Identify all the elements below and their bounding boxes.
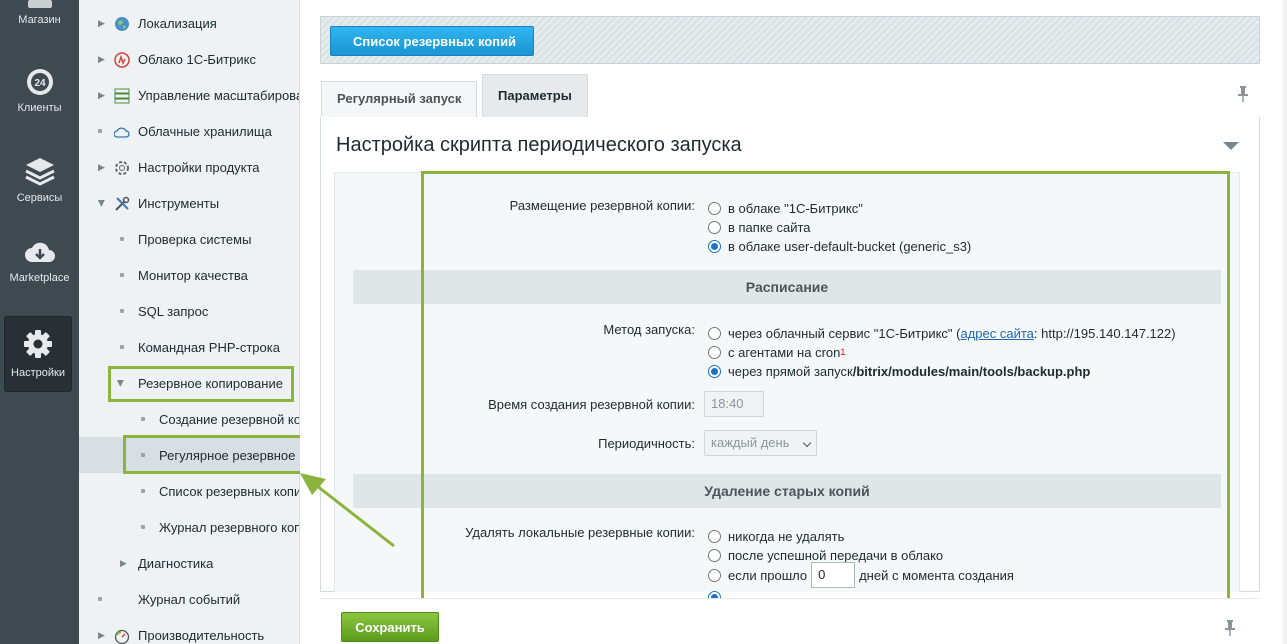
svg-text:24: 24 (34, 78, 46, 89)
menu-label: Создание резервной ко (159, 411, 300, 427)
cloud-storage-icon (114, 127, 130, 138)
server-icon (114, 88, 130, 104)
menu-item-diagnostics[interactable]: ▶ Диагностика (79, 545, 299, 581)
backup-list-button[interactable]: Список резервных копий (330, 26, 535, 56)
highlight-frame-backup (108, 366, 294, 402)
panel-title: Настройка скрипта периодического запуска (336, 134, 742, 156)
tools-icon (115, 196, 130, 211)
menu-label: Список резервных копи (159, 483, 300, 499)
annotation-arrow-icon (300, 473, 395, 548)
leftbar-label: Клиенты (17, 102, 62, 114)
bullet-icon (120, 273, 124, 277)
menu-item-backup-list[interactable]: Список резервных копи (79, 473, 300, 509)
highlight-frame-form (421, 171, 1230, 601)
bullet-icon (98, 597, 102, 601)
menu-item-quality-monitor[interactable]: Монитор качества (79, 257, 299, 293)
speedometer-icon (114, 629, 130, 644)
menu-label: Командная PHP-строка (138, 339, 280, 355)
bullet-icon (141, 489, 145, 493)
bullet-icon (98, 129, 102, 133)
menu-item-event-log[interactable]: Журнал событий (79, 581, 299, 617)
expand-arrow-icon[interactable]: ▶ (98, 630, 105, 641)
admin-menu: ▶ Локализация ▶ Облако 1С-Битрикс ▶ Упра… (79, 0, 300, 644)
shop-icon (27, 0, 52, 8)
expand-arrow-icon[interactable]: ▶ (98, 18, 105, 29)
menu-label: Журнал событий (138, 591, 241, 607)
menu-item-scaling[interactable]: ▶ Управление масштабирова (79, 77, 300, 113)
bullet-icon (120, 237, 124, 241)
menu-label: Облачные хранилища (138, 123, 272, 139)
menu-label: Инструменты (138, 195, 220, 211)
tab-parameters[interactable]: Параметры (482, 74, 588, 117)
clients-24-icon: 24 (26, 69, 53, 95)
leftbar-label: Marketplace (9, 272, 70, 284)
leftbar-label: Сервисы (16, 192, 63, 204)
menu-item-backup-log[interactable]: Журнал резервного коп (79, 509, 300, 545)
menu-item-php-console[interactable]: Командная PHP-строка (79, 329, 299, 365)
leftbar-item-services[interactable]: Сервисы (0, 156, 79, 204)
menu-label: Настройки продукта (138, 159, 260, 175)
leftbar-label: Магазин (18, 14, 61, 26)
menu-item-bitrix-cloud[interactable]: ▶ Облако 1С-Битрикс (79, 41, 299, 77)
tab-regular-launch[interactable]: Регулярный запуск (321, 81, 478, 117)
collapse-triangle-icon[interactable] (1223, 142, 1239, 150)
menu-label: Проверка системы (138, 231, 252, 247)
expand-arrow-icon[interactable]: ▶ (98, 90, 105, 101)
leftbar-item-shop[interactable]: Магазин (0, 0, 79, 26)
highlight-frame-regular-backup (123, 435, 308, 474)
layers-icon (24, 158, 55, 186)
collapse-arrow-icon[interactable]: ▶ (96, 200, 107, 207)
menu-label: SQL запрос (138, 303, 209, 319)
bullet-icon (141, 417, 145, 421)
leftbar-item-clients[interactable]: 24 Клиенты (0, 68, 79, 114)
menu-label: Производительность (138, 627, 265, 643)
menu-label: Монитор качества (138, 267, 248, 283)
bullet-icon (141, 525, 145, 529)
bullet-icon (120, 309, 124, 313)
globe-icon (115, 17, 129, 31)
left-navigation-bar: Магазин 24 Клиенты Сервисы Marketplace Н… (0, 0, 79, 644)
menu-item-tools[interactable]: ▶ Инструменты (79, 185, 299, 221)
menu-label: Локализация (138, 15, 217, 31)
pin-icon[interactable] (1238, 86, 1248, 102)
menu-item-cloud-storage[interactable]: Облачные хранилища (79, 113, 299, 149)
scrollbar[interactable] (1283, 0, 1287, 644)
cloud-download-icon (24, 242, 55, 262)
expand-arrow-icon[interactable]: ▶ (98, 54, 105, 65)
leftbar-item-marketplace[interactable]: Marketplace (0, 240, 79, 284)
menu-item-localization[interactable]: ▶ Локализация (79, 5, 299, 41)
leftbar-label: Настройки (11, 367, 65, 379)
menu-label: Диагностика (138, 555, 214, 571)
footer-bar (320, 598, 1260, 644)
menu-label: Управление масштабирова (138, 87, 300, 103)
pin-icon[interactable] (1225, 620, 1235, 636)
save-button[interactable]: Сохранить (341, 612, 439, 642)
gear-icon (24, 330, 52, 358)
content-area: Список резервных копий Регулярный запуск… (300, 0, 1287, 644)
expand-arrow-icon[interactable]: ▶ (120, 558, 127, 569)
cog-icon (115, 161, 129, 175)
bullet-icon (120, 345, 124, 349)
leftbar-item-settings[interactable]: Настройки (4, 316, 72, 392)
menu-item-product-settings[interactable]: ▶ Настройки продукта (79, 149, 299, 185)
menu-item-system-check[interactable]: Проверка системы (79, 221, 299, 257)
menu-item-create-backup[interactable]: Создание резервной ко (79, 401, 300, 437)
menu-item-sql-query[interactable]: SQL запрос (79, 293, 299, 329)
cloud-hand-icon (114, 52, 130, 68)
menu-item-performance[interactable]: ▶ Производительность (79, 617, 299, 644)
expand-arrow-icon[interactable]: ▶ (98, 162, 105, 173)
menu-label: Облако 1С-Битрикс (138, 51, 256, 67)
menu-label: Журнал резервного коп (159, 519, 300, 535)
